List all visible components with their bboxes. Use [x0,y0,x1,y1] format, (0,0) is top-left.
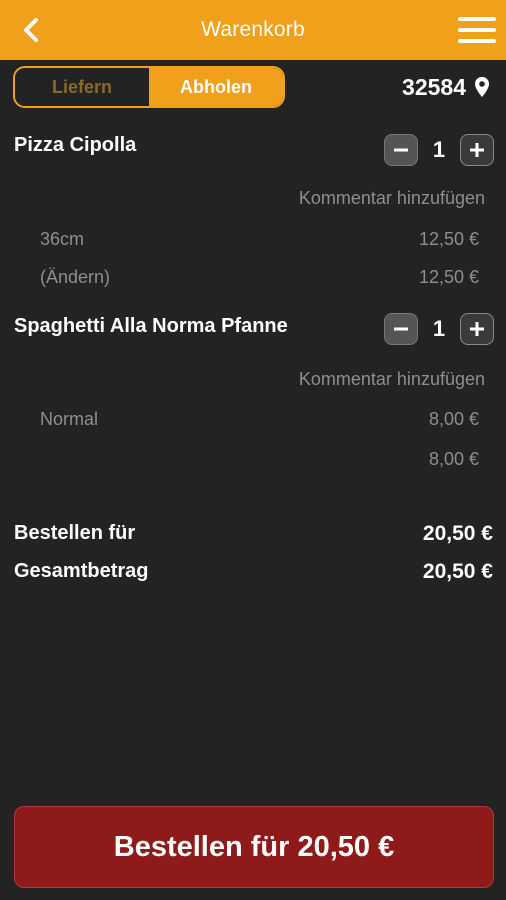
location-selector[interactable]: 32584 [402,70,490,104]
delivery-mode-toggle: Liefern Abholen [13,66,285,108]
chevron-left-icon [24,18,38,42]
add-comment-link[interactable]: Kommentar hinzufügen [299,188,485,209]
menu-button[interactable] [458,14,496,46]
hamburger-menu-icon [458,17,496,21]
place-order-button[interactable]: Bestellen für 20,50 € [14,806,494,888]
decrease-quantity-button[interactable] [384,134,418,166]
minus-icon [394,148,408,152]
item-option-label: 36cm [40,229,85,249]
top-bar: Warenkorb [0,0,506,60]
minus-icon [394,327,408,331]
quantity-stepper: 1 [384,313,494,345]
item-option-label: Normal [40,409,99,429]
item-option-price: 8,00 € [428,409,479,429]
tab-abholen[interactable]: Abholen [149,68,283,106]
quantity-value: 1 [432,137,446,162]
order-for-value: 20,50 € [422,522,493,545]
plus-icon [470,322,484,336]
map-pin-icon [475,77,489,97]
item-option-price: 12,50 € [418,267,479,287]
order-for-label: Bestellen für [14,522,136,544]
increase-quantity-button[interactable] [460,134,494,166]
cart-item-name: Pizza Cipolla [14,134,137,156]
change-option-link[interactable]: (Ändern) [40,267,110,288]
zip-code: 32584 [402,73,466,100]
total-value: 20,50 € [422,560,493,583]
item-option-price: 12,50 € [418,229,479,249]
page-title: Warenkorb [201,18,305,41]
quantity-stepper: 1 [384,134,494,166]
increase-quantity-button[interactable] [460,313,494,345]
item-subtotal-price: 8,00 € [428,449,479,469]
total-label: Gesamtbetrag [14,560,149,582]
tab-liefern[interactable]: Liefern [15,68,149,106]
add-comment-link[interactable]: Kommentar hinzufügen [299,369,485,390]
cart-item-name: Spaghetti Alla Norma Pfanne [14,315,288,337]
back-button[interactable] [16,14,46,46]
plus-icon [470,143,484,157]
decrease-quantity-button[interactable] [384,313,418,345]
quantity-value: 1 [432,316,446,341]
